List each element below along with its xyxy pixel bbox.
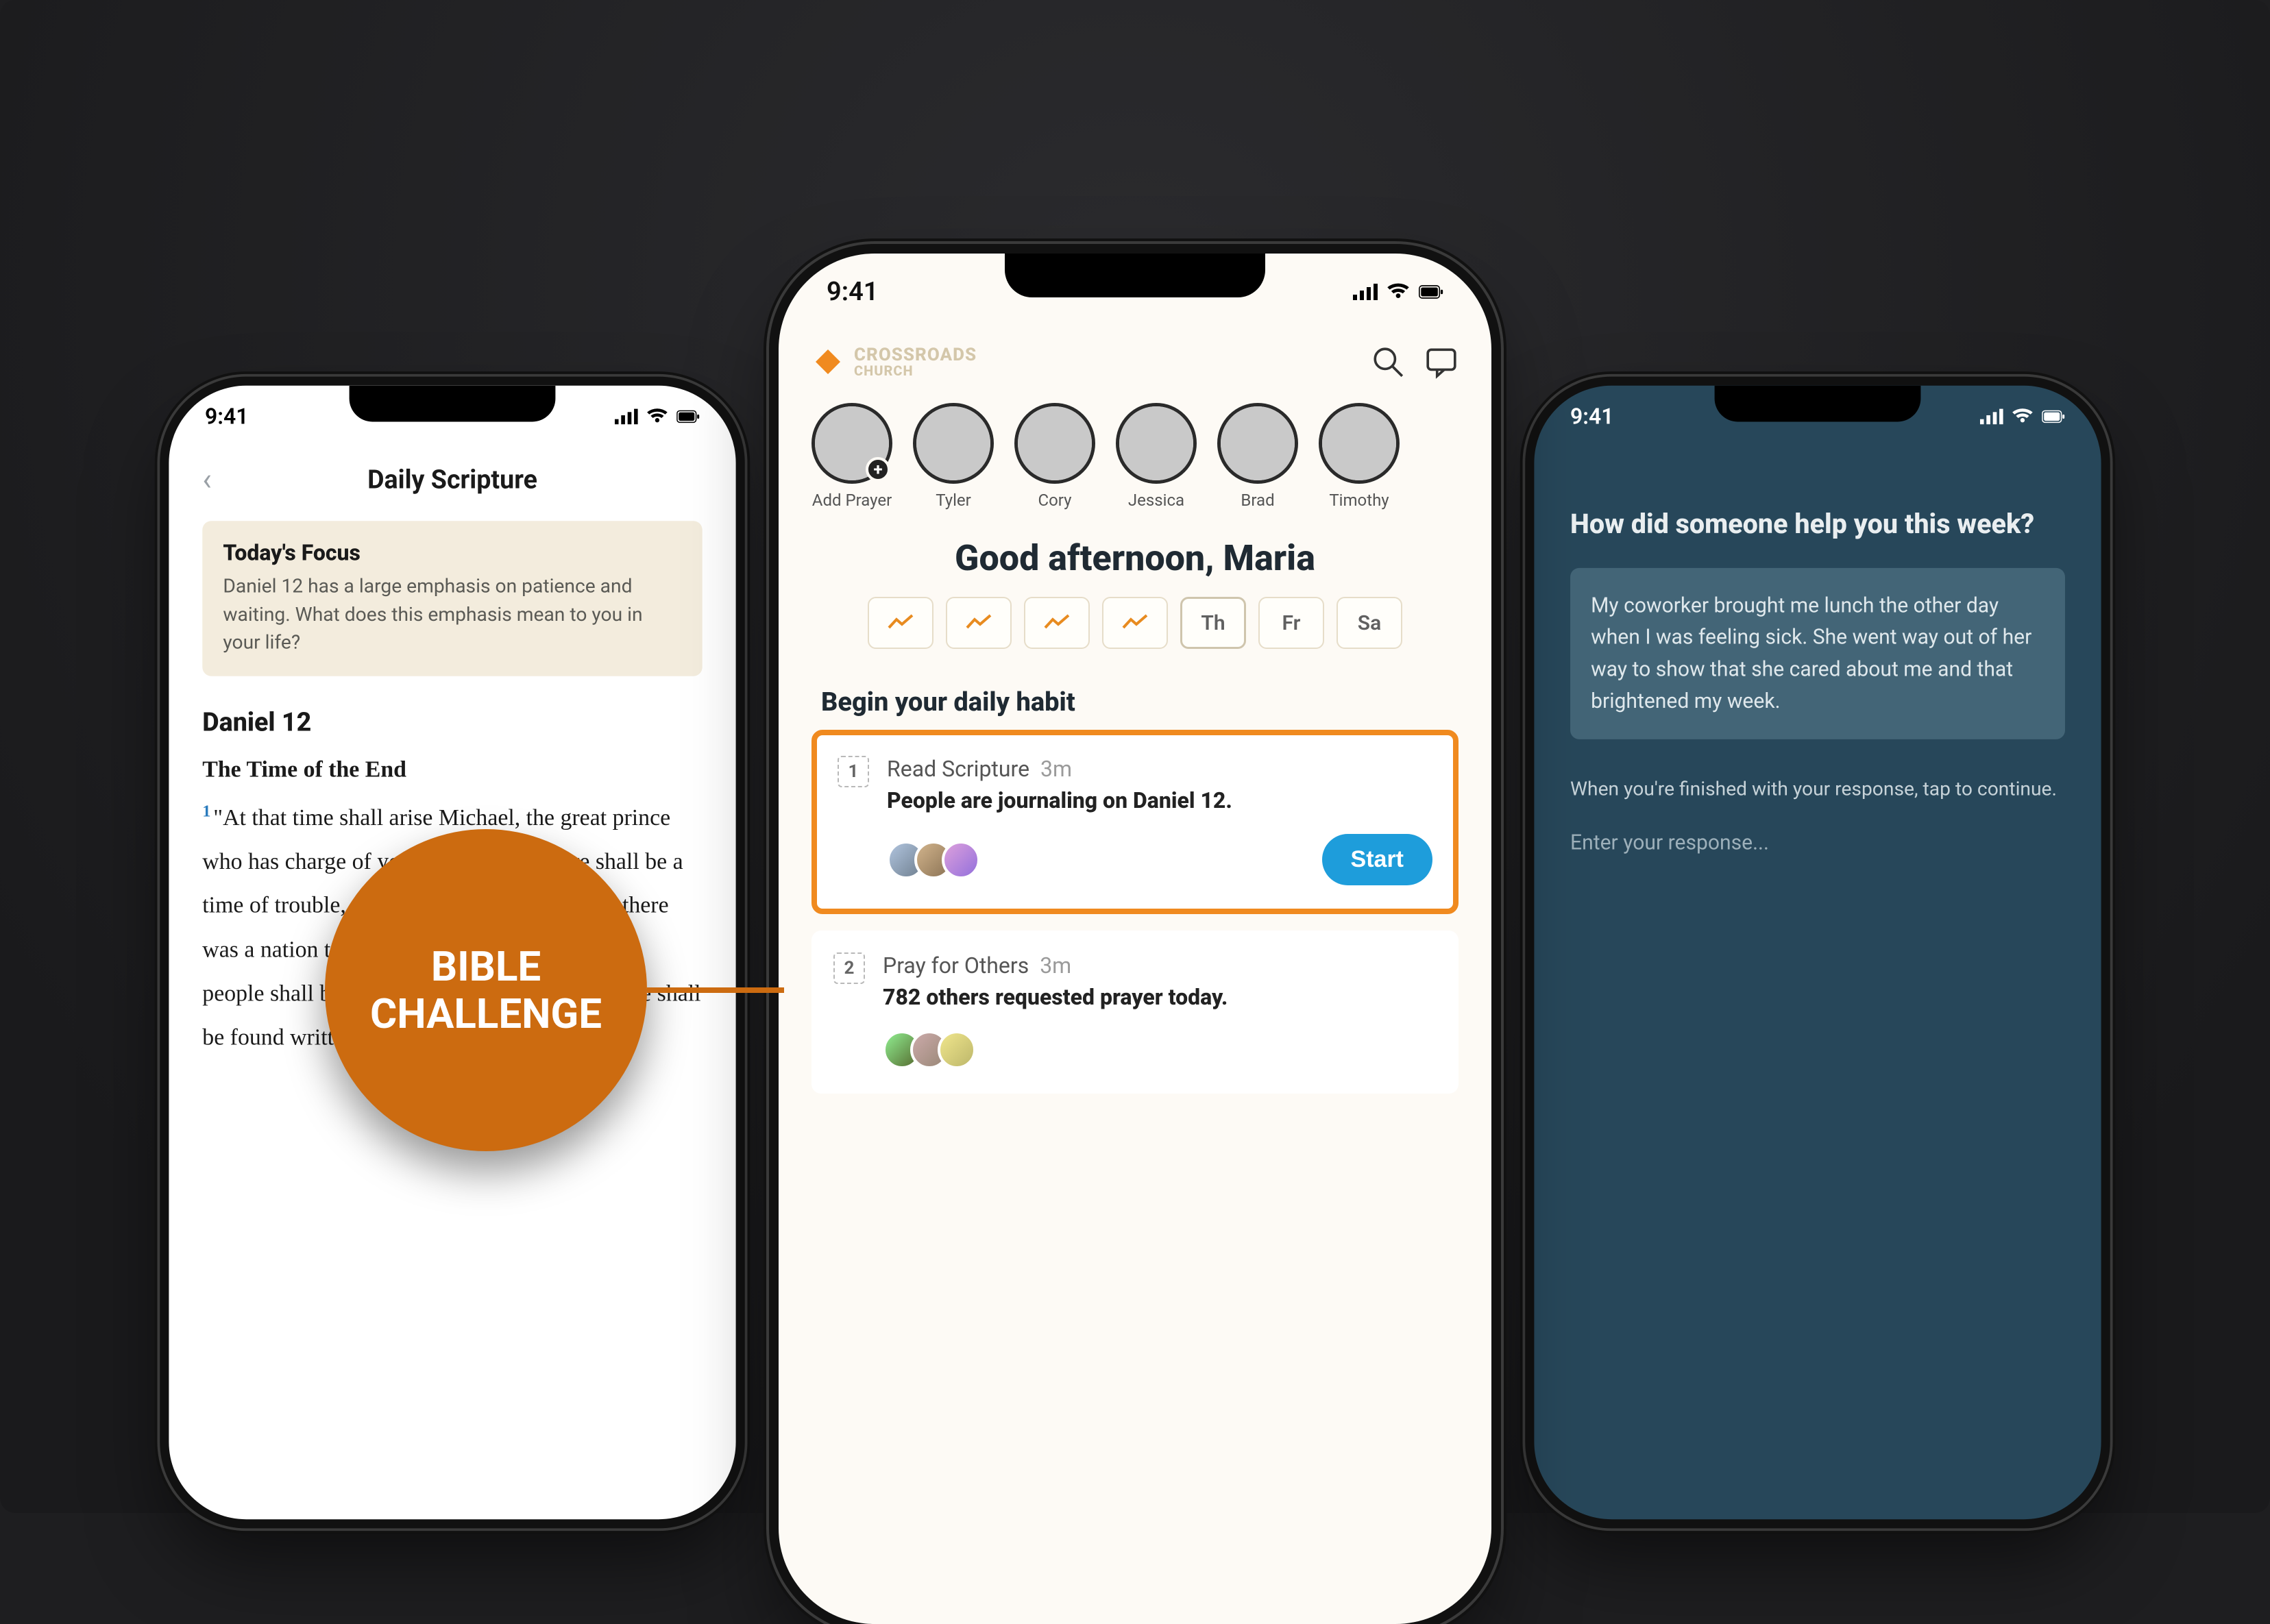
habit-card-pray[interactable]: 2 Pray for Others 3m 782 others requeste… bbox=[811, 931, 1459, 1094]
start-button[interactable]: Start bbox=[1322, 834, 1432, 885]
signal-icon bbox=[1980, 408, 2003, 426]
response-input[interactable]: Enter your response... bbox=[1570, 830, 2065, 854]
status-time: 9:41 bbox=[827, 277, 878, 307]
plus-icon: + bbox=[866, 457, 890, 482]
wifi-icon bbox=[646, 408, 669, 426]
chapter-heading: Daniel 12 bbox=[202, 706, 702, 737]
callout-bible-challenge: BIBLECHALLENGE bbox=[325, 829, 784, 1151]
verse-number: 1 bbox=[202, 802, 210, 820]
callout-bubble: BIBLECHALLENGE bbox=[325, 829, 647, 1151]
signal-icon bbox=[1353, 282, 1378, 302]
battery-icon bbox=[1419, 282, 1443, 302]
status-time: 9:41 bbox=[1570, 404, 1613, 430]
notch bbox=[1005, 254, 1265, 297]
avatar-stack bbox=[883, 1031, 976, 1069]
trend-icon bbox=[887, 613, 914, 633]
story-item[interactable]: Tyler bbox=[913, 403, 994, 510]
focus-card: Today's Focus Daniel 12 has a large emph… bbox=[202, 521, 702, 676]
week-strip: Th Fr Sa bbox=[811, 597, 1459, 649]
day-done[interactable] bbox=[1024, 597, 1090, 649]
day-sa[interactable]: Sa bbox=[1337, 597, 1402, 649]
greeting: Good afternoon, Maria bbox=[811, 537, 1459, 579]
brand-line2: CHURCH bbox=[854, 364, 977, 378]
habit-card-scripture[interactable]: 1 Read Scripture 3m People are journalin… bbox=[811, 730, 1459, 914]
step-number: 1 bbox=[838, 756, 869, 787]
avatar-stack bbox=[887, 841, 980, 879]
day-done[interactable] bbox=[1102, 597, 1168, 649]
stories-row: + Add Prayer Tyler Cory Jessica Br bbox=[811, 403, 1459, 510]
trend-icon bbox=[1121, 613, 1149, 633]
focus-heading: Today's Focus bbox=[223, 540, 681, 566]
story-item[interactable]: Timothy bbox=[1319, 403, 1400, 510]
story-label: Tyler bbox=[936, 491, 971, 510]
habit-subtext: People are journaling on Daniel 12. bbox=[887, 787, 1432, 813]
day-done[interactable] bbox=[946, 597, 1012, 649]
response-screen: How did someone help you this week? My c… bbox=[1534, 456, 2101, 1519]
habit-subtext: 782 others requested prayer today. bbox=[883, 984, 1437, 1010]
status-icons bbox=[1980, 408, 2065, 426]
status-icons bbox=[615, 408, 700, 426]
brand: CROSSROADS CHURCH bbox=[811, 345, 977, 378]
chat-icon[interactable] bbox=[1424, 345, 1459, 379]
prompt-question: How did someone help you this week? bbox=[1570, 508, 2065, 541]
story-add-prayer[interactable]: + Add Prayer bbox=[811, 403, 892, 510]
signal-icon bbox=[615, 408, 638, 426]
phone-home: 9:41 CROSSROADS CHURCH bbox=[779, 254, 1491, 1624]
story-item[interactable]: Jessica bbox=[1116, 403, 1197, 510]
callout-connector bbox=[647, 987, 784, 993]
status-icons bbox=[1353, 282, 1443, 302]
habit-duration: 3m bbox=[1040, 952, 1071, 979]
habit-title: Pray for Others bbox=[883, 952, 1029, 979]
day-done[interactable] bbox=[868, 597, 933, 649]
story-label: Timothy bbox=[1329, 491, 1389, 510]
brand-logo-icon bbox=[811, 345, 844, 378]
day-fr[interactable]: Fr bbox=[1258, 597, 1324, 649]
story-label: Add Prayer bbox=[812, 491, 892, 510]
notch bbox=[350, 386, 556, 422]
trend-icon bbox=[1043, 613, 1071, 633]
back-button[interactable]: ‹ bbox=[202, 460, 212, 497]
story-item[interactable]: Brad bbox=[1217, 403, 1298, 510]
habit-duration: 3m bbox=[1040, 756, 1072, 782]
story-item[interactable]: Cory bbox=[1014, 403, 1095, 510]
story-label: Jessica bbox=[1128, 491, 1184, 510]
story-label: Cory bbox=[1038, 491, 1071, 510]
phone-response: 9:41 How did someone help you this week?… bbox=[1534, 386, 2101, 1519]
top-bar: CROSSROADS CHURCH bbox=[811, 337, 1459, 386]
wifi-icon bbox=[2011, 408, 2034, 426]
habit-heading: Begin your daily habit bbox=[821, 687, 1459, 717]
section-heading: The Time of the End bbox=[202, 755, 702, 782]
wifi-icon bbox=[1386, 282, 1411, 302]
promo-stage: 9:41 ‹ Daily Scripture Today's Focus Dan… bbox=[0, 0, 2270, 1513]
story-label: Brad bbox=[1241, 491, 1274, 510]
day-th[interactable]: Th bbox=[1180, 597, 1246, 649]
trend-icon bbox=[965, 613, 992, 633]
battery-icon bbox=[2042, 408, 2065, 426]
status-time: 9:41 bbox=[205, 404, 248, 430]
search-icon[interactable] bbox=[1371, 345, 1405, 379]
brand-line1: CROSSROADS bbox=[854, 346, 977, 364]
habit-title: Read Scripture bbox=[887, 756, 1029, 782]
home-screen: CROSSROADS CHURCH + Add Prayer Tyler bbox=[779, 337, 1491, 1624]
continue-hint: When you're finished with your response,… bbox=[1570, 778, 2065, 800]
notch bbox=[1715, 386, 1921, 422]
focus-body: Daniel 12 has a large emphasis on patien… bbox=[223, 572, 681, 656]
step-number: 2 bbox=[833, 952, 865, 984]
response-card: My coworker brought me lunch the other d… bbox=[1570, 567, 2065, 739]
battery-icon bbox=[676, 408, 700, 426]
page-title: Daily Scripture bbox=[367, 464, 537, 494]
